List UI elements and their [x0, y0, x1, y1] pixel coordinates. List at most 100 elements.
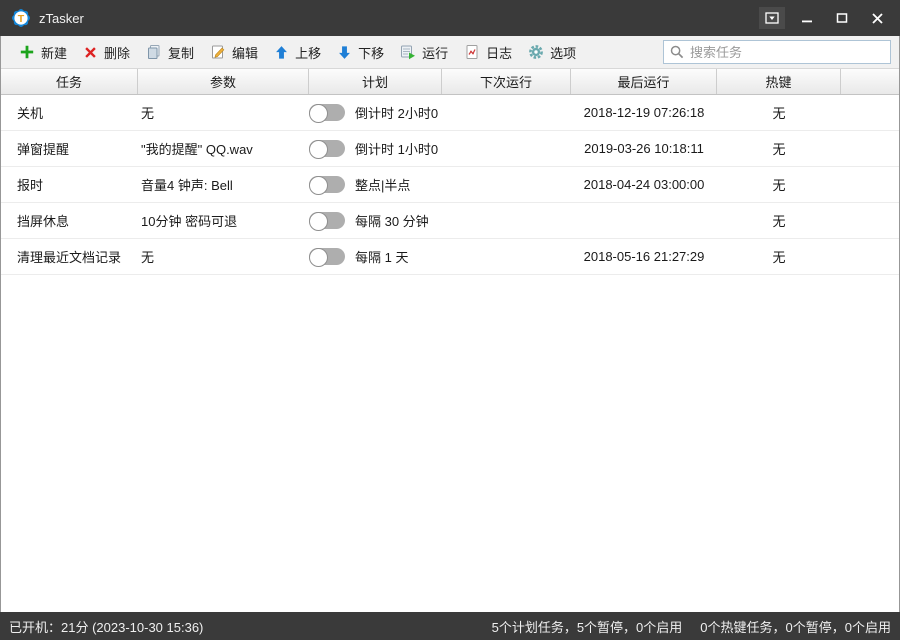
delete-task-button[interactable]: 删除 — [75, 39, 138, 66]
task-hotkey-cell: 无 — [772, 106, 786, 121]
column-header-last-run[interactable]: 最后运行 — [571, 69, 717, 94]
task-next-run-cell — [442, 95, 571, 130]
task-list: 关机 无 倒计时 2小时0 2018-12-19 07:26:18 无 弹窗提醒… — [1, 95, 899, 612]
task-enabled-toggle[interactable] — [309, 212, 345, 231]
table-row[interactable]: 挡屏休息 10分钟 密码可退 每隔 30 分钟 无 — [1, 203, 899, 239]
maximize-icon — [836, 13, 848, 23]
log-button[interactable]: 日志 — [456, 39, 520, 66]
task-schedule-cell: 整点|半点 — [309, 167, 442, 202]
button-label: 选项 — [550, 45, 577, 61]
gear-icon — [529, 45, 544, 59]
task-last-run-cell: 2018-04-24 03:00:00 — [583, 177, 705, 192]
schedule-label: 整点|半点 — [355, 178, 411, 193]
button-label: 上移 — [295, 45, 322, 61]
task-name-cell: 清理最近文档记录 — [17, 250, 122, 265]
table-row[interactable]: 关机 无 倒计时 2小时0 2018-12-19 07:26:18 无 — [1, 95, 899, 131]
window-controls — [759, 7, 890, 29]
button-label: 复制 — [168, 45, 195, 61]
minimize-to-tray-icon — [765, 12, 779, 24]
edit-task-button[interactable]: 编辑 — [202, 39, 266, 66]
arrow-down-icon — [339, 45, 351, 59]
minimize-to-tray-button[interactable] — [759, 7, 785, 29]
task-enabled-toggle[interactable] — [309, 140, 345, 159]
schedule-label: 每隔 1 天 — [355, 250, 409, 265]
hotkey-task-summary: 0个热键任务，0个暂停，0个启用 — [700, 619, 891, 635]
table-row[interactable]: 报时 音量4 钟声: Bell 整点|半点 2018-04-24 03:00:0… — [1, 167, 899, 203]
task-next-run-cell — [442, 167, 571, 202]
minimize-icon — [802, 20, 812, 23]
task-enabled-toggle[interactable] — [309, 104, 345, 123]
uptime-status: 已开机：21分 (2023-10-30 15:36) — [9, 619, 204, 635]
search-box — [663, 40, 891, 64]
move-up-button[interactable]: 上移 — [266, 39, 329, 66]
task-params-cell: 10分钟 密码可退 — [141, 214, 238, 229]
task-enabled-toggle[interactable] — [309, 176, 345, 195]
close-icon — [871, 12, 883, 24]
table-row[interactable]: 清理最近文档记录 无 每隔 1 天 2018-05-16 21:27:29 无 — [1, 239, 899, 275]
table-header: 任务 参数 计划 下次运行 最后运行 热键 — [1, 68, 899, 95]
plan-task-summary: 5个计划任务，5个暂停，0个启用 — [491, 619, 683, 635]
maximize-button[interactable] — [829, 7, 855, 29]
column-header-params[interactable]: 参数 — [138, 69, 309, 94]
task-hotkey-cell: 无 — [772, 178, 786, 193]
log-icon — [466, 45, 478, 59]
options-button[interactable]: 选项 — [520, 39, 584, 66]
button-label: 编辑 — [232, 45, 259, 61]
task-hotkey-cell: 无 — [772, 142, 786, 157]
task-hotkey-cell: 无 — [772, 214, 786, 229]
minimize-button[interactable] — [794, 7, 820, 29]
task-params-cell: "我的提醒" QQ.wav — [141, 142, 253, 157]
task-next-run-cell — [442, 131, 571, 166]
app-logo-icon: T — [12, 9, 30, 27]
schedule-label: 每隔 30 分钟 — [355, 214, 429, 229]
arrow-up-icon — [276, 45, 287, 59]
column-header-next-run[interactable]: 下次运行 — [442, 69, 571, 94]
edit-pencil-icon — [212, 45, 225, 59]
task-name-cell: 弹窗提醒 — [17, 142, 70, 157]
button-label: 日志 — [486, 45, 513, 61]
statusbar: 已开机：21分 (2023-10-30 15:36) 5个计划任务，5个暂停，0… — [0, 612, 900, 640]
column-header-hotkey[interactable]: 热键 — [717, 69, 841, 94]
task-schedule-cell: 倒计时 2小时0 — [309, 95, 442, 130]
window-title: zTasker — [39, 10, 84, 26]
task-name-cell: 挡屏休息 — [17, 214, 70, 229]
task-last-run-cell: 2018-05-16 21:27:29 — [583, 249, 705, 264]
close-button[interactable] — [864, 7, 890, 29]
search-input[interactable] — [663, 40, 891, 64]
task-enabled-toggle[interactable] — [309, 248, 345, 267]
task-name-cell: 关机 — [17, 106, 44, 121]
task-last-run-cell — [571, 203, 717, 238]
run-icon — [401, 45, 416, 60]
table-row[interactable]: 弹窗提醒 "我的提醒" QQ.wav 倒计时 1小时0 2019-03-26 1… — [1, 131, 899, 167]
task-schedule-cell: 倒计时 1小时0 — [309, 131, 442, 166]
task-hotkey-cell: 无 — [772, 250, 786, 265]
task-last-run-cell: 2019-03-26 10:18:11 — [584, 141, 704, 156]
plus-icon — [20, 45, 34, 59]
titlebar: T zTasker — [0, 0, 900, 36]
row-filler — [841, 167, 899, 202]
task-schedule-cell: 每隔 1 天 — [309, 239, 442, 274]
run-task-button[interactable]: 运行 — [392, 39, 456, 66]
task-last-run-cell: 2018-12-19 07:26:18 — [583, 105, 705, 120]
button-label: 运行 — [422, 45, 449, 61]
new-task-button[interactable]: 新建 — [11, 39, 75, 66]
column-header-filler — [841, 69, 899, 94]
task-next-run-cell — [442, 239, 571, 274]
copy-task-button[interactable]: 复制 — [138, 39, 202, 66]
delete-x-icon — [85, 46, 96, 58]
task-schedule-cell: 每隔 30 分钟 — [309, 203, 442, 238]
task-params-cell: 无 — [141, 250, 155, 265]
main-frame: 新建 删除 复制 编辑 上移 下移 运行 日志 选项 搜索任务 任务 参数 计划… — [0, 36, 900, 612]
button-label: 下移 — [358, 45, 385, 61]
toolbar: 新建 删除 复制 编辑 上移 下移 运行 日志 选项 搜索任务 — [1, 36, 899, 68]
row-filler — [841, 95, 899, 130]
task-summary: 5个计划任务，5个暂停，0个启用 0个热键任务，0个暂停，0个启用 — [492, 617, 891, 636]
column-header-task[interactable]: 任务 — [1, 69, 138, 94]
column-header-schedule[interactable]: 计划 — [309, 69, 442, 94]
task-params-cell: 无 — [141, 106, 155, 121]
move-down-button[interactable]: 下移 — [329, 39, 392, 66]
button-label: 新建 — [41, 45, 68, 61]
task-name-cell: 报时 — [17, 178, 44, 193]
row-filler — [841, 239, 899, 274]
row-filler — [841, 203, 899, 238]
